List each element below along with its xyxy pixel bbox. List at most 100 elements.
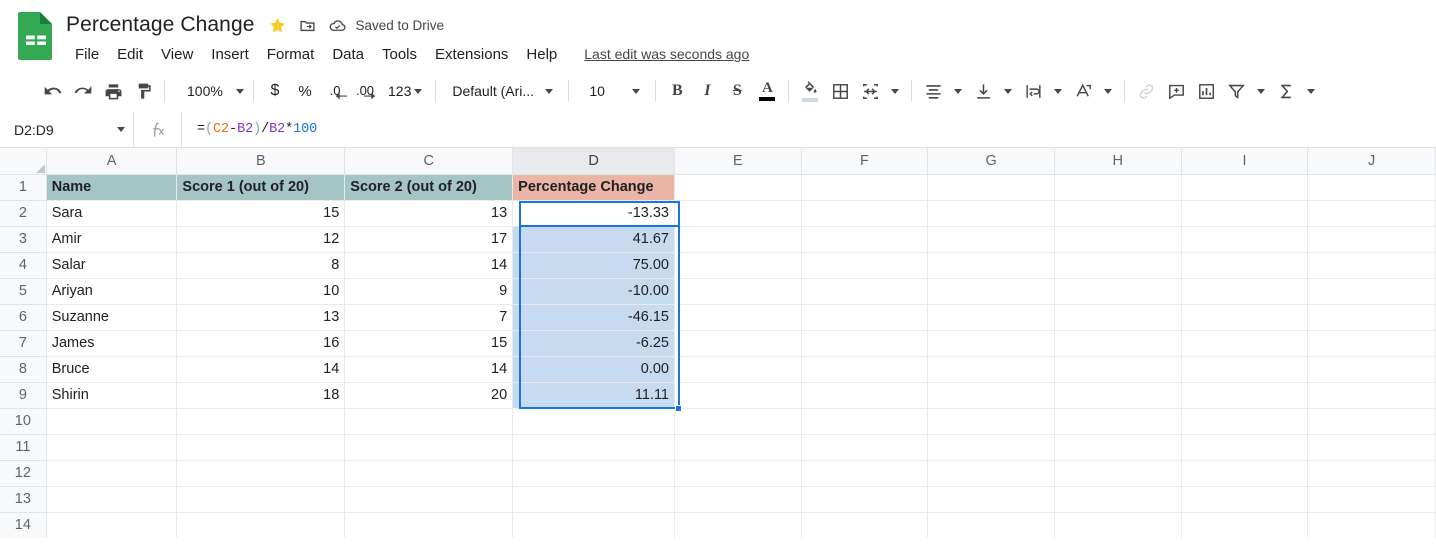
row-header-2[interactable]: 2 (0, 199, 47, 227)
cell-i14[interactable] (1181, 512, 1309, 538)
cell-b10[interactable] (176, 408, 346, 435)
cell-b13[interactable] (176, 486, 346, 513)
menu-view[interactable]: View (152, 44, 202, 65)
row-header-5[interactable]: 5 (0, 277, 47, 305)
cell-d7[interactable]: -6.25 (512, 330, 675, 357)
cell-i13[interactable] (1181, 486, 1309, 513)
column-header-c[interactable]: C (344, 148, 514, 175)
cell-i12[interactable] (1181, 460, 1309, 487)
cell-g3[interactable] (927, 226, 1055, 253)
vertical-align-dropdown[interactable] (998, 76, 1018, 106)
cell-j11[interactable] (1307, 434, 1436, 461)
horizontal-align-icon[interactable] (918, 76, 948, 106)
cell-f11[interactable] (801, 434, 929, 461)
filter-dropdown[interactable] (1251, 76, 1271, 106)
cell-i8[interactable] (1181, 356, 1309, 383)
cell-d8[interactable]: 0.00 (512, 356, 675, 383)
cell-c7[interactable]: 15 (344, 330, 514, 357)
cell-i5[interactable] (1181, 278, 1309, 305)
cell-j6[interactable] (1307, 304, 1436, 331)
bold-button[interactable]: B (662, 76, 692, 106)
cell-f7[interactable] (801, 330, 929, 357)
cell-c1[interactable]: Score 2 (out of 20) (344, 174, 514, 201)
cell-a2[interactable]: Sara (46, 200, 178, 227)
cell-d6[interactable]: -46.15 (512, 304, 675, 331)
cell-a11[interactable] (46, 434, 178, 461)
name-box[interactable]: D2:D9 (0, 112, 134, 147)
cell-j4[interactable] (1307, 252, 1436, 279)
cell-e4[interactable] (674, 252, 802, 279)
cell-e14[interactable] (674, 512, 802, 538)
borders-icon[interactable] (825, 76, 855, 106)
cell-f9[interactable] (801, 382, 929, 409)
cell-h14[interactable] (1054, 512, 1182, 538)
cell-j7[interactable] (1307, 330, 1436, 357)
menu-help[interactable]: Help (517, 44, 566, 65)
menu-insert[interactable]: Insert (202, 44, 258, 65)
row-header-8[interactable]: 8 (0, 355, 47, 383)
cell-b8[interactable]: 14 (176, 356, 346, 383)
horizontal-align-dropdown[interactable] (948, 76, 968, 106)
cell-b1[interactable]: Score 1 (out of 20) (176, 174, 346, 201)
redo-icon[interactable] (68, 76, 98, 106)
merge-cells-dropdown[interactable] (885, 76, 905, 106)
merge-cells-icon[interactable] (855, 76, 885, 106)
cell-h7[interactable] (1054, 330, 1182, 357)
cell-d4[interactable]: 75.00 (512, 252, 675, 279)
cell-d13[interactable] (512, 486, 675, 513)
filter-icon[interactable] (1221, 76, 1251, 106)
cell-c9[interactable]: 20 (344, 382, 514, 409)
cell-c5[interactable]: 9 (344, 278, 514, 305)
currency-format-button[interactable]: $ (260, 76, 290, 106)
menu-format[interactable]: Format (258, 44, 324, 65)
cell-h12[interactable] (1054, 460, 1182, 487)
cell-d12[interactable] (512, 460, 675, 487)
cell-h9[interactable] (1054, 382, 1182, 409)
row-header-4[interactable]: 4 (0, 251, 47, 279)
cell-j2[interactable] (1307, 200, 1436, 227)
cell-g8[interactable] (927, 356, 1055, 383)
cell-d3[interactable]: 41.67 (512, 226, 675, 253)
cell-e11[interactable] (674, 434, 802, 461)
insert-link-icon[interactable] (1131, 76, 1161, 106)
column-header-i[interactable]: I (1180, 148, 1309, 175)
functions-dropdown[interactable] (1301, 76, 1321, 106)
more-formats-selector[interactable]: 123 (380, 76, 429, 106)
cell-e7[interactable] (674, 330, 802, 357)
row-header-14[interactable]: 14 (0, 511, 47, 538)
cell-e8[interactable] (674, 356, 802, 383)
italic-button[interactable]: I (692, 76, 722, 106)
paint-format-icon[interactable] (128, 76, 158, 106)
menu-extensions[interactable]: Extensions (426, 44, 517, 65)
google-sheets-logo[interactable] (16, 10, 56, 62)
cell-e3[interactable] (674, 226, 802, 253)
cell-j9[interactable] (1307, 382, 1436, 409)
cell-b5[interactable]: 10 (176, 278, 346, 305)
cell-g6[interactable] (927, 304, 1055, 331)
cell-f1[interactable] (801, 174, 929, 201)
cell-a12[interactable] (46, 460, 178, 487)
column-header-j[interactable]: J (1307, 148, 1436, 175)
cell-j12[interactable] (1307, 460, 1436, 487)
row-header-11[interactable]: 11 (0, 433, 47, 461)
cell-e13[interactable] (674, 486, 802, 513)
cell-h1[interactable] (1054, 174, 1182, 201)
cell-f13[interactable] (801, 486, 929, 513)
cell-f6[interactable] (801, 304, 929, 331)
cell-e12[interactable] (674, 460, 802, 487)
cell-d11[interactable] (512, 434, 675, 461)
cell-f2[interactable] (801, 200, 929, 227)
cell-h3[interactable] (1054, 226, 1182, 253)
cell-b3[interactable]: 12 (176, 226, 346, 253)
cell-d9[interactable]: 11.11 (512, 382, 675, 409)
insert-chart-icon[interactable] (1191, 76, 1221, 106)
text-wrap-icon[interactable] (1018, 76, 1048, 106)
column-header-d[interactable]: D (512, 148, 675, 175)
cell-c10[interactable] (344, 408, 514, 435)
cell-b12[interactable] (176, 460, 346, 487)
cell-b6[interactable]: 13 (176, 304, 346, 331)
column-header-b[interactable]: B (176, 148, 346, 175)
cell-g5[interactable] (927, 278, 1055, 305)
row-header-7[interactable]: 7 (0, 329, 47, 357)
cell-j10[interactable] (1307, 408, 1436, 435)
